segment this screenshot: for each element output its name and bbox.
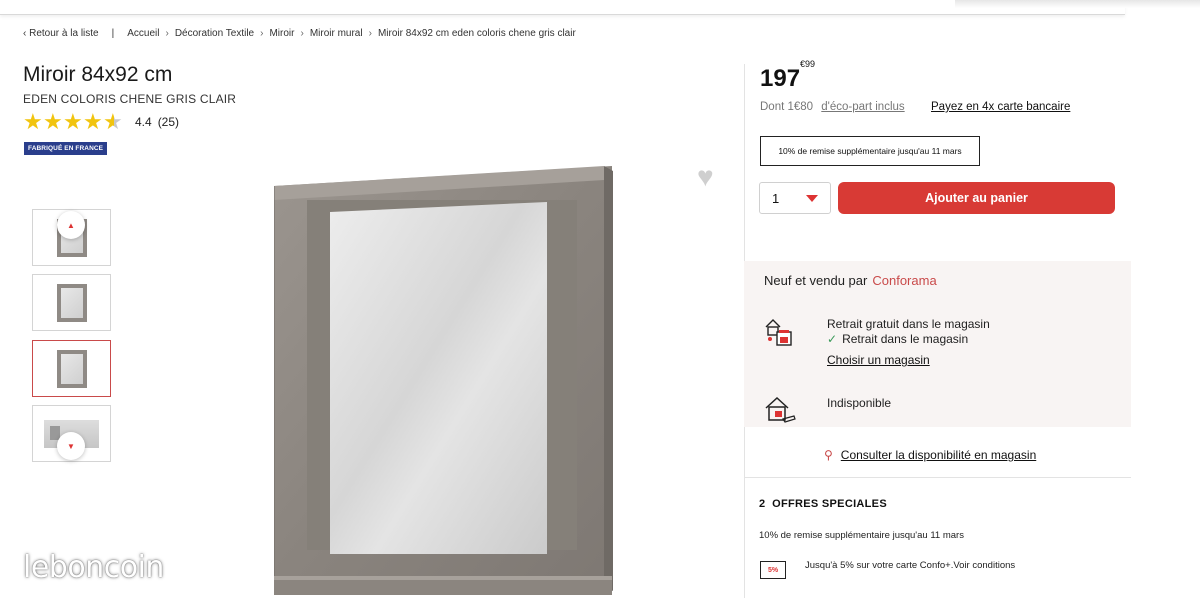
product-main-image[interactable]	[274, 166, 613, 595]
favorite-heart-icon[interactable]: ♥	[697, 163, 714, 191]
add-to-cart-button[interactable]: Ajouter au panier	[838, 182, 1115, 214]
chevron-right-icon: ›	[165, 28, 169, 39]
star-icon: ★	[23, 109, 43, 134]
check-store-availability-link[interactable]: ⚲ Consulter la disponibilité en magasin	[824, 448, 1036, 462]
back-label: Retour à la liste	[29, 28, 99, 39]
separator-bar: |	[111, 28, 115, 39]
quantity-select[interactable]: 1	[759, 182, 831, 214]
promo-banner: 10% de remise supplémentaire jusqu'au 11…	[760, 136, 980, 166]
choose-store-link[interactable]: Choisir un magasin	[827, 353, 930, 367]
chevron-up-icon: ▲	[67, 220, 75, 230]
pay-4x-link[interactable]: Payez en 4x carte bancaire	[931, 101, 1070, 113]
breadcrumb-item-current[interactable]: Miroir 84x92 cm eden coloris chene gris …	[378, 28, 576, 39]
eco-part-link[interactable]: d'éco-part inclus	[821, 101, 904, 113]
chevron-right-icon: ›	[300, 28, 304, 39]
home-delivery-icon	[765, 396, 796, 423]
rating-stars: ★ ★ ★ ★ ★	[23, 111, 123, 133]
thumbnail-2[interactable]	[32, 274, 111, 331]
special-offers-heading: 2 OFFRES SPECIALES	[759, 498, 887, 510]
rating-count: (25)	[157, 115, 180, 129]
breadcrumb-item-decoration-textile[interactable]: Décoration Textile	[175, 28, 254, 39]
check-availability-text: Consulter la disponibilité en magasin	[840, 448, 1037, 462]
star-icon: ★	[83, 109, 103, 134]
price-main: 197	[760, 65, 801, 92]
breadcrumb-item-accueil[interactable]: Accueil	[127, 28, 159, 39]
pickup-status: ✓ Retrait dans le magasin	[827, 332, 968, 346]
scroll-up-button[interactable]: ▲	[57, 211, 85, 239]
product-title: Miroir 84x92 cm	[23, 63, 173, 86]
breadcrumb-item-miroir-mural[interactable]: Miroir mural	[310, 28, 363, 39]
offers-count: 2	[759, 498, 766, 510]
thumbnail-3-selected[interactable]	[32, 340, 111, 397]
seller-info: Neuf et vendu par Conforama	[764, 273, 937, 288]
product-price: 197€99	[760, 59, 815, 93]
pickup-status-text: Retrait dans le magasin	[842, 332, 969, 346]
chevron-right-icon: ›	[260, 28, 264, 39]
back-to-list-link[interactable]: ‹ Retour à la liste	[23, 28, 99, 39]
star-icon: ★	[43, 109, 63, 134]
chevron-left-icon: ‹	[23, 28, 27, 39]
offers-title: OFFRES SPECIALES	[772, 498, 887, 510]
eco-prefix: Dont 1€80	[760, 101, 814, 113]
eco-part: Dont 1€80 d'éco-part inclus	[760, 101, 905, 113]
thumbnail-image	[56, 283, 87, 322]
product-subtitle: EDEN COLORIS CHENE GRIS CLAIR	[23, 92, 237, 106]
store-pickup-icon	[765, 319, 792, 346]
thumbnail-image	[56, 349, 87, 388]
location-pin-icon: ⚲	[824, 448, 833, 462]
quantity-value: 1	[772, 190, 780, 206]
chevron-right-icon: ›	[368, 28, 372, 39]
product-rating[interactable]: ★ ★ ★ ★ ★ 4.4 (25)	[23, 111, 179, 133]
pickup-title: Retrait gratuit dans le magasin	[827, 317, 990, 331]
star-half-icon: ★	[103, 109, 123, 134]
rating-value: 4.4	[135, 115, 152, 129]
divider-horizontal	[744, 477, 1131, 478]
offer-item-1: 10% de remise supplémentaire jusqu'au 11…	[759, 530, 964, 541]
leboncoin-watermark: leboncoin	[23, 550, 164, 585]
offer-item-2[interactable]: Jusqu'à 5% sur votre carte Confo+.Voir c…	[805, 560, 1015, 571]
seller-name[interactable]: Conforama	[872, 273, 936, 288]
caret-down-icon	[806, 195, 818, 202]
scroll-down-button[interactable]: ▼	[57, 432, 85, 460]
home-delivery-status: Indisponible	[827, 396, 892, 410]
percent-card-icon: 5%	[760, 561, 786, 579]
star-icon: ★	[63, 109, 83, 134]
breadcrumb-item-miroir[interactable]: Miroir	[269, 28, 294, 39]
check-icon: ✓	[827, 332, 838, 346]
made-in-france-badge: FABRIQUÉ EN FRANCE	[24, 142, 108, 155]
price-cents: €99	[800, 59, 816, 69]
breadcrumb: ‹ Retour à la liste | Accueil › Décorati…	[23, 28, 576, 39]
top-header-shadow	[955, 0, 1200, 8]
chevron-down-icon: ▼	[67, 441, 75, 451]
seller-prefix: Neuf et vendu par	[764, 273, 868, 288]
